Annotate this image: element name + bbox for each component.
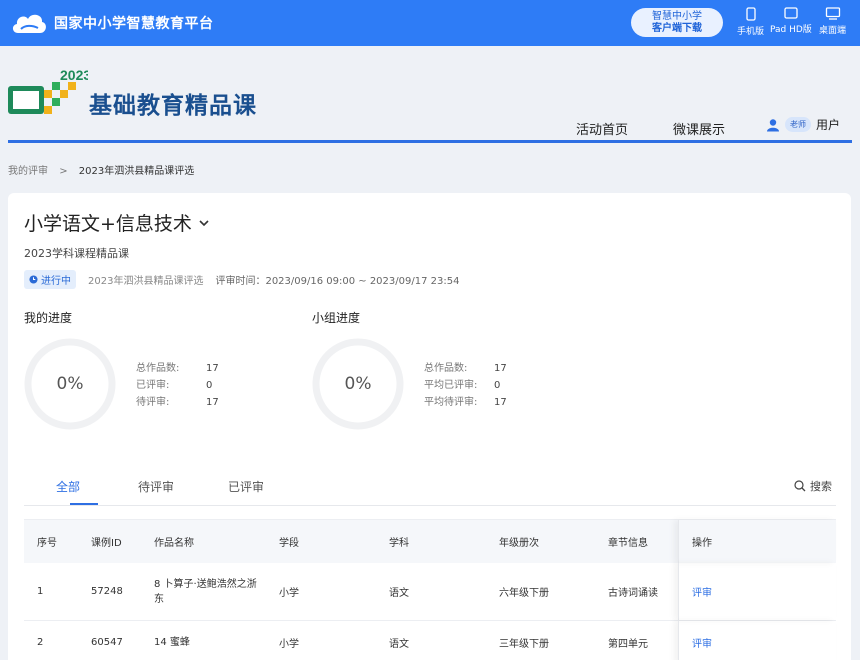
table-row: 2 60547 14 蜜蜂 小学 语文 三年级下册 第四单元 评审 xyxy=(24,621,836,660)
site-header: 2023 基础教育精品课 活动首页 微课展示 老师 用户 xyxy=(0,46,860,146)
my-reviewed-value: 0 xyxy=(206,380,213,391)
my-progress-stats: 总作品数: 17 已评审: 0 待评审: 17 xyxy=(136,360,219,411)
row-chapter: 古诗词诵读 xyxy=(608,588,658,599)
col-index: 序号 xyxy=(37,538,57,549)
clock-icon xyxy=(29,275,38,284)
row-grade: 三年级下册 xyxy=(499,639,549,650)
group-progress-stats: 总作品数: 17 平均已评审: 0 平均待评审: 17 xyxy=(424,360,507,411)
my-total-label: 总作品数: xyxy=(136,363,180,374)
row-op-cell: 评审 xyxy=(678,621,836,660)
contest-name: 2023年泗洪县精品课评选 xyxy=(88,276,204,287)
active-tab-indicator xyxy=(70,503,98,505)
breadcrumb-root[interactable]: 我的评审 xyxy=(8,166,48,177)
download-line1: 智慧中小学 xyxy=(652,11,702,22)
status-row: 进行中 2023年泗洪县精品课评选 评审时间：2023/09/16 09:00 … xyxy=(24,270,459,289)
my-progress-percent: 0% xyxy=(56,374,84,394)
role-badge: 老师 xyxy=(785,117,811,132)
row-op-cell: 评审 xyxy=(678,563,836,620)
search-icon xyxy=(794,480,806,492)
review-tabs: 全部 待评审 已评审 xyxy=(24,476,836,506)
col-stage: 学段 xyxy=(279,538,299,549)
table-header: 序号 课例ID 作品名称 学段 学科 年级册次 章节信息 操作 xyxy=(24,519,836,563)
group-avg-reviewed-value: 0 xyxy=(494,380,501,391)
status-badge: 进行中 xyxy=(24,270,76,289)
row-subject: 语文 xyxy=(389,639,409,650)
row-chapter: 第四单元 xyxy=(608,639,648,650)
group-progress-percent: 0% xyxy=(344,374,372,394)
works-table: 序号 课例ID 作品名称 学段 学科 年级册次 章节信息 操作 1 57248 … xyxy=(24,519,836,660)
tab-all[interactable]: 全部 xyxy=(56,478,80,495)
mobile-version-label: 手机版 xyxy=(737,27,765,37)
tablet-icon xyxy=(784,7,798,19)
my-pending-label: 待评审: xyxy=(136,397,170,408)
brand-title: 国家中小学智慧教育平台 xyxy=(54,16,214,32)
desktop-version-link[interactable]: 桌面端 xyxy=(819,7,846,36)
row-grade: 六年级下册 xyxy=(499,588,549,599)
group-total-label: 总作品数: xyxy=(424,363,468,374)
phone-icon xyxy=(745,7,756,21)
group-avg-pending-value: 17 xyxy=(494,397,507,408)
op-column-header: 操作 xyxy=(678,520,836,563)
search-label: 搜索 xyxy=(810,480,832,493)
tab-pending[interactable]: 待评审 xyxy=(138,478,174,495)
row-course-id: 57248 xyxy=(91,586,123,597)
cloud-logo-icon xyxy=(12,14,46,33)
course-title: 小学语文+信息技术 xyxy=(24,213,192,235)
row-work-name: 8 卜算子·送鲍浩然之浙东 xyxy=(154,578,257,605)
top-bar: 国家中小学智慧教育平台 智慧中小学 客户端下载 手机版 Pad HD版 桌面端 xyxy=(0,0,860,46)
nav-activity-home[interactable]: 活动首页 xyxy=(576,119,628,138)
my-reviewed-label: 已评审: xyxy=(136,380,170,391)
user-icon xyxy=(767,118,779,131)
row-subject: 语文 xyxy=(389,588,409,599)
breadcrumb: 我的评审 > 2023年泗洪县精品课评选 xyxy=(8,162,194,177)
group-avg-pending-label: 平均待评审: xyxy=(424,397,478,408)
pad-version-link[interactable]: Pad HD版 xyxy=(770,7,812,35)
header-divider xyxy=(8,140,852,143)
review-time: 评审时间：2023/09/16 09:00 ~ 2023/09/17 23:54 xyxy=(215,276,460,287)
user-menu[interactable]: 老师 用户 xyxy=(766,116,840,133)
row-stage: 小学 xyxy=(279,588,299,599)
row-stage: 小学 xyxy=(279,639,299,650)
platform-brand[interactable]: 国家中小学智慧教育平台 xyxy=(10,9,214,37)
row-index: 1 xyxy=(37,586,44,597)
logo-title: 基础教育精品课 xyxy=(89,93,257,119)
nav-microcourse-show[interactable]: 微课展示 xyxy=(673,119,725,138)
my-progress-title: 我的进度 xyxy=(24,311,73,325)
row-course-id: 60547 xyxy=(91,637,123,648)
table-row: 1 57248 8 卜算子·送鲍浩然之浙东 小学 语文 六年级下册 古诗词诵读 … xyxy=(24,563,836,621)
logo-year: 2023 xyxy=(60,70,88,83)
col-subject: 学科 xyxy=(389,538,409,549)
col-chapter: 章节信息 xyxy=(608,538,648,549)
quality-course-logo-icon: 2023 xyxy=(8,70,88,114)
group-total-value: 17 xyxy=(494,363,507,374)
chevron-down-icon xyxy=(199,219,209,226)
mobile-version-link[interactable]: 手机版 xyxy=(737,7,764,37)
group-avg-reviewed-label: 平均已评审: xyxy=(424,380,478,391)
breadcrumb-current: 2023年泗洪县精品课评选 xyxy=(78,166,195,177)
user-name: 用户 xyxy=(816,118,841,132)
download-line2: 客户端下载 xyxy=(652,23,702,34)
review-button[interactable]: 评审 xyxy=(692,621,712,660)
col-course-id: 课例ID xyxy=(91,538,122,549)
desktop-icon xyxy=(825,7,840,20)
desktop-version-label: 桌面端 xyxy=(819,26,847,36)
review-card: 小学语文+信息技术 2023学科课程精品课 进行中 2023年泗洪县精品课评选 … xyxy=(8,193,851,660)
my-pending-value: 17 xyxy=(206,397,219,408)
breadcrumb-separator: > xyxy=(59,166,68,177)
tab-reviewed[interactable]: 已评审 xyxy=(228,478,264,495)
course-title-dropdown[interactable]: 小学语文+信息技术 xyxy=(24,209,210,236)
col-work-name: 作品名称 xyxy=(154,538,194,549)
course-subtitle: 2023学科课程精品课 xyxy=(24,247,129,260)
col-action: 操作 xyxy=(692,538,712,549)
col-grade: 年级册次 xyxy=(499,538,539,549)
pad-version-label: Pad HD版 xyxy=(770,25,812,35)
search-button[interactable]: 搜索 xyxy=(794,478,832,494)
status-text: 进行中 xyxy=(41,276,71,287)
row-work-name: 14 蜜蜂 xyxy=(154,637,190,648)
my-total-value: 17 xyxy=(206,363,219,374)
row-index: 2 xyxy=(37,637,44,648)
group-progress-title: 小组进度 xyxy=(312,311,361,325)
client-download-button[interactable]: 智慧中小学 客户端下载 xyxy=(631,8,723,37)
review-button[interactable]: 评审 xyxy=(692,563,712,620)
